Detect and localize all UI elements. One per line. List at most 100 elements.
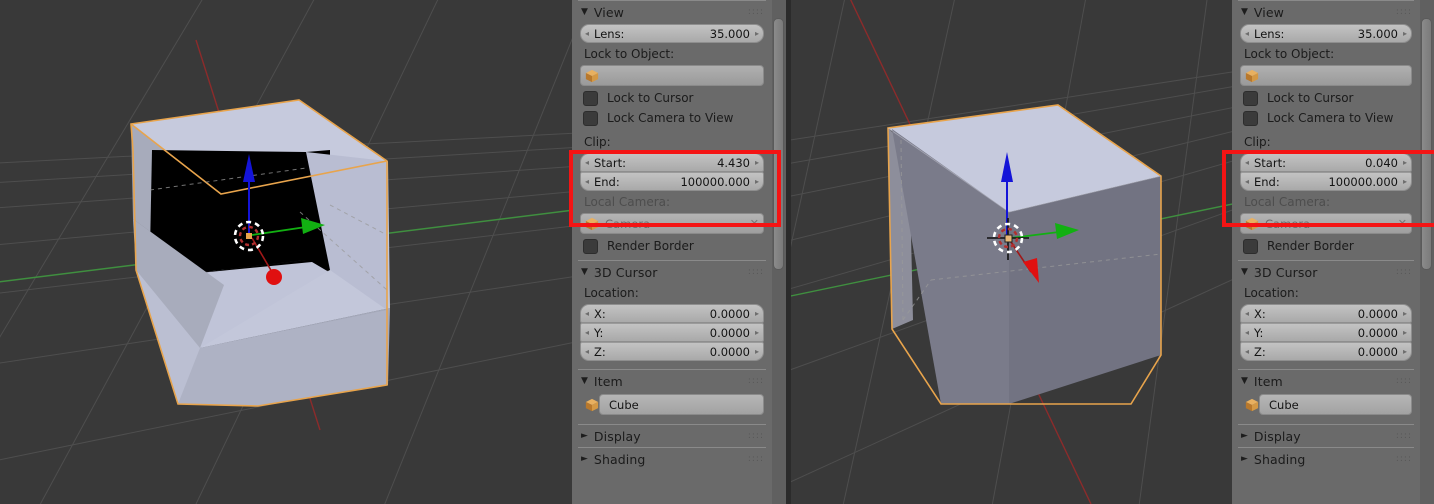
right-viewport[interactable] (791, 0, 1232, 504)
grip-dots-icon[interactable]: :::: (748, 431, 764, 441)
right-arrow-icon[interactable]: ▸ (1403, 309, 1407, 318)
item-panel-title: Item (593, 373, 623, 389)
lock-to-cursor-checkbox-row[interactable]: Lock to Cursor (1232, 88, 1420, 108)
lock-to-cursor-label: Lock to Cursor (607, 91, 694, 105)
right-arrow-icon[interactable]: ▸ (755, 309, 759, 318)
cursor3d-panel-header[interactable]: ▼ 3D Cursor :::: (1232, 261, 1420, 283)
left-arrow-icon[interactable]: ◂ (1245, 29, 1249, 38)
left-arrow-icon[interactable]: ◂ (1245, 158, 1249, 167)
left-arrow-icon[interactable]: ◂ (585, 158, 589, 167)
render-border-label: Render Border (1267, 239, 1354, 253)
render-border-checkbox-row[interactable]: Render Border (1232, 236, 1420, 256)
clip-start-field[interactable]: ◂ Start: 0.040 ▸ (1240, 153, 1412, 172)
left-arrow-icon[interactable]: ◂ (1245, 347, 1249, 356)
panel-scrollbar-thumb[interactable] (773, 18, 784, 270)
lock-camera-to-view-checkbox-row[interactable]: Lock Camera to View (1232, 108, 1420, 128)
cube-icon (585, 398, 599, 411)
grip-dots-icon[interactable]: :::: (1396, 7, 1412, 17)
left-arrow-icon[interactable]: ◂ (585, 29, 589, 38)
clip-end-value: 100000.000 (1328, 174, 1398, 189)
expand-triangle-icon: ► (1241, 430, 1248, 441)
right-arrow-icon[interactable]: ▸ (1403, 29, 1407, 38)
shading-panel-header[interactable]: ► Shading :::: (572, 448, 772, 470)
right-arrow-icon[interactable]: ▸ (755, 347, 759, 356)
item-panel-header[interactable]: ▼ Item :::: (572, 370, 772, 392)
view-panel-header[interactable]: ▼ View :::: (1232, 1, 1420, 23)
collapse-triangle-icon: ▼ (1241, 6, 1248, 17)
left-arrow-icon[interactable]: ◂ (1245, 328, 1249, 337)
item-name-input[interactable]: Cube (599, 394, 764, 415)
close-icon[interactable]: ✕ (750, 217, 759, 230)
cursor-z-field[interactable]: ◂ Z: 0.0000 ▸ (580, 342, 764, 361)
left-arrow-icon[interactable]: ◂ (585, 177, 589, 186)
left-properties-panel[interactable]: ▼ View :::: ◂ Lens: 35.000 ▸ Lock to Obj… (572, 0, 786, 504)
cursor-y-field[interactable]: ◂ Y: 0.0000 ▸ (580, 323, 764, 342)
grip-dots-icon[interactable]: :::: (748, 454, 764, 464)
panel-scrollbar-track[interactable] (772, 0, 786, 504)
right-arrow-icon[interactable]: ▸ (755, 177, 759, 186)
checkbox-icon[interactable] (1243, 90, 1258, 106)
display-panel-header[interactable]: ► Display :::: (572, 425, 772, 447)
left-arrow-icon[interactable]: ◂ (1245, 177, 1249, 186)
lens-field[interactable]: ◂ Lens: 35.000 ▸ (1240, 24, 1412, 43)
clip-start-field[interactable]: ◂ Start: 4.430 ▸ (580, 153, 764, 172)
right-arrow-icon[interactable]: ▸ (1403, 177, 1407, 186)
cursor-z-field[interactable]: ◂ Z: 0.0000 ▸ (1240, 342, 1412, 361)
cursor3d-panel-header[interactable]: ▼ 3D Cursor :::: (572, 261, 772, 283)
lens-field-wrap: ◂ Lens: 35.000 ▸ (580, 24, 764, 43)
right-arrow-icon[interactable]: ▸ (755, 29, 759, 38)
lock-to-cursor-checkbox-row[interactable]: Lock to Cursor (572, 88, 772, 108)
grip-dots-icon[interactable]: :::: (1396, 454, 1412, 464)
shading-panel-header[interactable]: ► Shading :::: (1232, 448, 1420, 470)
item-panel-header[interactable]: ▼ Item :::: (1232, 370, 1420, 392)
panel-scrollbar-track[interactable] (1420, 0, 1434, 504)
expand-triangle-icon: ► (1241, 453, 1248, 464)
right-arrow-icon[interactable]: ▸ (755, 158, 759, 167)
render-border-checkbox-row[interactable]: Render Border (572, 236, 772, 256)
left-arrow-icon[interactable]: ◂ (585, 309, 589, 318)
checkbox-icon[interactable] (583, 110, 598, 126)
lens-field[interactable]: ◂ Lens: 35.000 ▸ (580, 24, 764, 43)
cube-icon (585, 217, 599, 230)
cursor-center (1004, 234, 1013, 243)
view-panel-header[interactable]: ▼ View :::: (572, 1, 772, 23)
checkbox-icon[interactable] (583, 90, 598, 106)
lock-camera-to-view-checkbox-row[interactable]: Lock Camera to View (572, 108, 772, 128)
panel-scrollbar-thumb[interactable] (1421, 18, 1432, 270)
item-name-input[interactable]: Cube (1259, 394, 1412, 415)
clip-end-field[interactable]: ◂ End: 100000.000 ▸ (580, 172, 764, 191)
cube-icon (1245, 69, 1259, 82)
checkbox-icon[interactable] (583, 238, 598, 254)
left-arrow-icon[interactable]: ◂ (1245, 309, 1249, 318)
clip-end-field[interactable]: ◂ End: 100000.000 ▸ (1240, 172, 1412, 191)
left-arrow-icon[interactable]: ◂ (585, 347, 589, 356)
display-panel-header[interactable]: ► Display :::: (1232, 425, 1420, 447)
cursor-y-field[interactable]: ◂ Y: 0.0000 ▸ (1240, 323, 1412, 342)
right-arrow-icon[interactable]: ▸ (1403, 328, 1407, 337)
local-camera-field[interactable]: Camera ✕ (1240, 213, 1412, 234)
grip-dots-icon[interactable]: :::: (748, 376, 764, 386)
left-arrow-icon[interactable]: ◂ (585, 328, 589, 337)
grip-dots-icon[interactable]: :::: (1396, 376, 1412, 386)
right-arrow-icon[interactable]: ▸ (1403, 158, 1407, 167)
right-properties-panel[interactable]: ▼ View :::: ◂ Lens: 35.000 ▸ Lock to Obj… (1232, 0, 1434, 504)
lock-to-object-field[interactable] (1240, 65, 1412, 86)
cursor-x-field[interactable]: ◂ X: 0.0000 ▸ (580, 304, 764, 323)
collapse-triangle-icon: ▼ (581, 6, 588, 17)
cursor-x-field[interactable]: ◂ X: 0.0000 ▸ (1240, 304, 1412, 323)
clip-fields-wrap: ◂ Start: 0.040 ▸ ◂ End: 100000.000 ▸ (1240, 153, 1412, 191)
view-panel-title: View (1253, 4, 1284, 20)
grip-dots-icon[interactable]: :::: (1396, 431, 1412, 441)
item-name-value: Cube (609, 397, 639, 412)
lock-to-object-field[interactable] (580, 65, 764, 86)
local-camera-field[interactable]: Camera ✕ (580, 213, 764, 234)
close-icon[interactable]: ✕ (1398, 217, 1407, 230)
grip-dots-icon[interactable]: :::: (748, 7, 764, 17)
grip-dots-icon[interactable]: :::: (1396, 267, 1412, 277)
shading-panel-title: Shading (1253, 451, 1306, 467)
checkbox-icon[interactable] (1243, 110, 1258, 126)
right-arrow-icon[interactable]: ▸ (1403, 347, 1407, 356)
checkbox-icon[interactable] (1243, 238, 1258, 254)
right-arrow-icon[interactable]: ▸ (755, 328, 759, 337)
grip-dots-icon[interactable]: :::: (748, 267, 764, 277)
